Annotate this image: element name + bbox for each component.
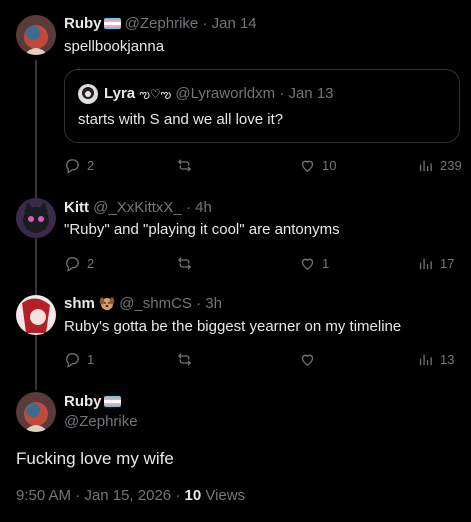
separator-dot: ·: [185, 199, 191, 216]
display-name[interactable]: Ruby: [64, 15, 102, 32]
like-count: 1: [322, 255, 330, 271]
views-count: 10: [184, 487, 202, 504]
quote-display-name: Lyra: [104, 85, 136, 102]
like-icon: [301, 354, 314, 366]
main-post-text: Fucking love my wife: [16, 449, 174, 468]
reply-post-3[interactable]: shm @_shmCS · 3h Ruby's gotta be the big…: [0, 285, 471, 380]
avatar-ruby[interactable]: [16, 392, 56, 432]
separator-dot: ·: [202, 15, 208, 32]
handle[interactable]: @Zephrike: [125, 15, 199, 32]
repost-button[interactable]: [176, 155, 199, 175]
separator-dot: ·: [175, 487, 181, 504]
views-button[interactable]: 239: [417, 155, 462, 175]
trans-flag-emoji: [103, 396, 121, 407]
views-label: Views: [205, 487, 246, 504]
action-bar: 2 10 239: [64, 155, 464, 175]
reply-icon: [66, 158, 79, 174]
repost-button[interactable]: [176, 349, 199, 369]
reply-post-2[interactable]: Kitt @_XxKittxX_ · 4h "Ruby" and "playin…: [0, 190, 471, 285]
reply-button[interactable]: 1: [64, 349, 94, 369]
display-name[interactable]: Kitt: [64, 199, 89, 216]
separator-dot: ·: [279, 85, 285, 102]
name-decoration: ఌ︎♡ఌ︎: [139, 87, 172, 101]
reply-button[interactable]: 2: [64, 155, 94, 175]
views-count: 13: [440, 351, 455, 367]
post-header: Ruby @Zephrike · Jan 14: [64, 14, 257, 34]
reply-count: 2: [87, 255, 95, 271]
avatar-kitt[interactable]: [16, 198, 56, 238]
trans-flag-emoji: [103, 18, 121, 29]
post-meta: 9:50 AM · Jan 15, 2026 · 10 Views: [16, 486, 245, 506]
like-icon: [301, 160, 314, 172]
post-text: spellbookjanna: [64, 38, 165, 55]
quote-handle: @Lyraworldxm: [175, 85, 276, 102]
quote-timestamp: Jan 13: [288, 85, 334, 102]
views-count: 239: [440, 157, 462, 173]
action-bar: 2 1 17: [64, 253, 464, 273]
views-button[interactable]: 17: [417, 253, 454, 273]
repost-icon: [177, 352, 192, 366]
like-button[interactable]: 10: [299, 155, 336, 175]
dog-face-emoji: [99, 295, 115, 311]
reply-count: 2: [87, 157, 95, 173]
separator-dot: ·: [196, 295, 202, 312]
post-text: Ruby's gotta be the biggest yearner on m…: [64, 318, 402, 335]
quoted-post[interactable]: Lyra ఌ︎♡ఌ︎ @Lyraworldxm · Jan 13 starts …: [64, 69, 460, 143]
display-name[interactable]: shm: [64, 295, 95, 312]
quote-text: starts with S and we all love it?: [78, 111, 284, 128]
views-count: 17: [440, 255, 455, 271]
quote-header: Lyra ఌ︎♡ఌ︎ @Lyraworldxm · Jan 13: [104, 84, 334, 104]
repost-icon: [177, 158, 192, 172]
views-icon: [419, 160, 432, 171]
like-button[interactable]: [299, 349, 322, 369]
handle[interactable]: @_shmCS: [119, 295, 192, 312]
timestamp[interactable]: 3h: [205, 295, 222, 312]
post-text: "Ruby" and "playing it cool" are antonym…: [64, 221, 340, 238]
reply-post-1[interactable]: Ruby @Zephrike · Jan 14 spellbookjanna L…: [0, 0, 471, 190]
display-name[interactable]: Ruby: [64, 393, 102, 410]
reply-icon: [66, 352, 79, 368]
reply-icon: [66, 256, 79, 272]
timestamp[interactable]: Jan 14: [212, 15, 257, 32]
reply-button[interactable]: 2: [64, 253, 94, 273]
separator-dot: ·: [75, 487, 81, 504]
repost-icon: [177, 256, 192, 270]
handle[interactable]: @_XxKittxX_: [93, 199, 182, 216]
post-date[interactable]: Jan 15, 2026: [84, 487, 171, 504]
views-icon: [419, 354, 432, 365]
avatar-ruby[interactable]: [16, 15, 56, 55]
timestamp[interactable]: 4h: [195, 199, 212, 216]
handle[interactable]: @Zephrike: [64, 412, 138, 432]
like-button[interactable]: 1: [299, 253, 329, 273]
repost-button[interactable]: [176, 253, 199, 273]
avatar-shm[interactable]: [16, 295, 56, 335]
post-header: Kitt @_XxKittxX_ · 4h: [64, 198, 212, 218]
main-post-name: Ruby: [64, 392, 121, 412]
views-button[interactable]: 13: [417, 349, 454, 369]
post-time[interactable]: 9:50 AM: [16, 487, 71, 504]
post-header: shm @_shmCS · 3h: [64, 294, 222, 314]
reply-count: 1: [87, 351, 95, 367]
avatar-lyra[interactable]: [78, 84, 98, 104]
like-icon: [301, 258, 314, 270]
action-bar: 1 13: [64, 349, 464, 369]
like-count: 10: [322, 157, 337, 173]
views-icon: [419, 258, 432, 269]
